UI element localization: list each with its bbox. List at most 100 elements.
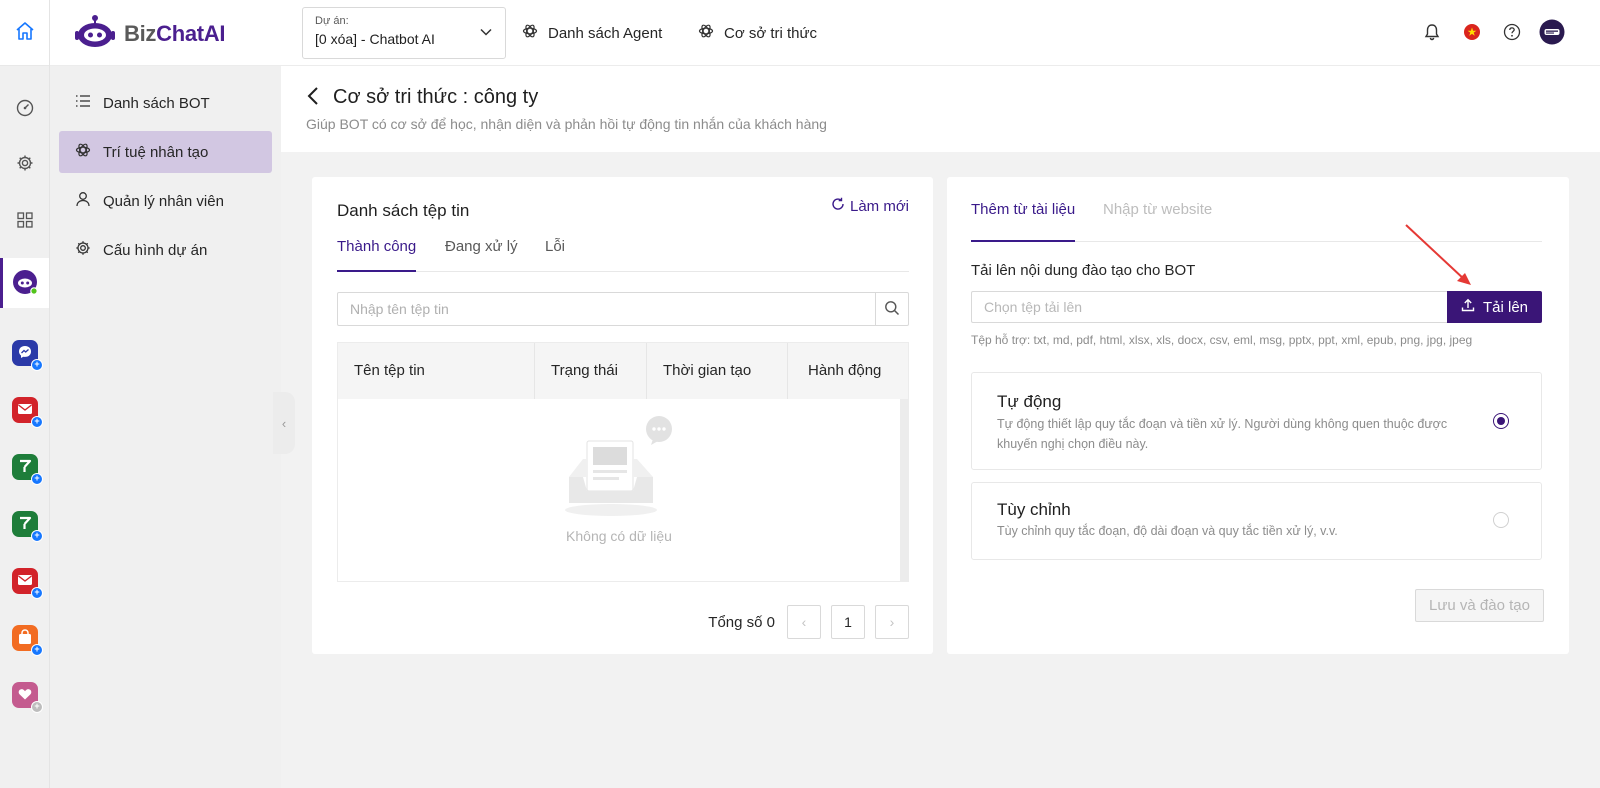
radio-auto[interactable]: [1493, 413, 1509, 429]
bot-button[interactable]: [12, 269, 38, 296]
page-title: Cơ sở tri thức : công ty: [333, 86, 539, 108]
upload-card: Thêm từ tài liệu Nhập từ website Tải lên…: [947, 177, 1569, 654]
back-button[interactable]: [305, 86, 321, 109]
search-button[interactable]: [875, 293, 908, 325]
page-header: Cơ sở tri thức : công ty Giúp BOT có cơ …: [281, 66, 1600, 152]
project-select[interactable]: Dự án: [0 xóa] - Chatbot AI: [302, 7, 506, 59]
nav-agent-list[interactable]: Danh sách Agent: [522, 23, 662, 43]
empty-inbox-icon: [561, 415, 677, 522]
column-header-created: Thời gian tạo: [647, 343, 788, 399]
chevron-left-icon: ‹: [281, 415, 287, 431]
tab-from-website[interactable]: Nhập từ website: [1103, 201, 1212, 242]
prev-page-button[interactable]: ‹: [787, 605, 821, 639]
project-select-value: [0 xóa] - Chatbot AI: [315, 31, 435, 47]
dashboard-button[interactable]: [12, 96, 38, 122]
tab-from-document[interactable]: Thêm từ tài liệu: [971, 201, 1076, 242]
gmail-icon: [17, 402, 33, 419]
help-icon: [1503, 23, 1521, 44]
shop-channel[interactable]: +: [12, 625, 43, 656]
file-picker-input[interactable]: [971, 291, 1447, 323]
option-custom-desc: Tùy chỉnh quy tắc đoạn, độ dài đoạn và q…: [997, 524, 1338, 538]
apps-button[interactable]: [12, 208, 38, 234]
refresh-icon: [831, 197, 845, 215]
help-button[interactable]: [1499, 20, 1525, 46]
chevron-left-icon: ‹: [801, 614, 807, 630]
option-auto[interactable]: Tự động Tự động thiết lập quy tắc đoạn v…: [971, 372, 1542, 470]
settings-button[interactable]: [12, 151, 38, 177]
pagination-total: Tổng số 0: [708, 613, 775, 631]
sidebar-item-staff[interactable]: Quản lý nhân viên: [59, 180, 272, 222]
pagination: Tổng số 0 ‹ 1 ›: [708, 605, 909, 639]
zalo-icon: [17, 515, 33, 534]
nav-knowledge-base-label: Cơ sở tri thức: [724, 24, 818, 42]
search-icon: [884, 300, 900, 319]
column-header-action: Hành động: [808, 362, 882, 379]
save-and-train-button[interactable]: Lưu và đào tạo: [1415, 589, 1544, 622]
add-icon[interactable]: +: [31, 644, 43, 656]
project-select-label: Dự án:: [315, 15, 349, 27]
upload-button-label: Tải lên: [1482, 298, 1529, 316]
chevron-left-icon: [307, 87, 318, 105]
dashboard-icon: [16, 99, 34, 120]
file-list-title: Danh sách tệp tin: [337, 201, 470, 220]
upload-source-tabs: Thêm từ tài liệu Nhập từ website: [971, 201, 1542, 242]
notification-button[interactable]: [1419, 20, 1445, 46]
vietnam-flag-icon: [1463, 23, 1481, 44]
openai-icon: [698, 23, 714, 43]
list-icon: [75, 94, 91, 112]
logo-biz: Biz: [124, 20, 157, 46]
radio-custom[interactable]: [1493, 512, 1509, 528]
zalo-channel-2[interactable]: +: [12, 511, 43, 542]
avatar-icon: [1539, 19, 1565, 48]
sidebar-item-bot-list[interactable]: Danh sách BOT: [59, 82, 272, 124]
page-number[interactable]: 1: [831, 605, 865, 639]
file-table: Tên tệp tin Trạng thái Thời gian tạo Hàn…: [337, 342, 909, 582]
openai-icon: [75, 142, 91, 162]
add-icon[interactable]: +: [31, 587, 43, 599]
upload-field: Tải lên: [971, 291, 1542, 323]
tab-processing[interactable]: Đang xử lý: [445, 238, 518, 272]
language-button[interactable]: [1459, 20, 1485, 46]
refresh-button[interactable]: Làm mới: [831, 197, 909, 215]
sidebar-collapse-button[interactable]: ‹: [273, 392, 295, 454]
gmail-icon: [17, 573, 33, 590]
add-icon[interactable]: +: [31, 473, 43, 485]
icon-rail: + + + + + + +: [0, 0, 50, 788]
next-page-button[interactable]: ›: [875, 605, 909, 639]
user-icon: [75, 191, 91, 211]
user-avatar[interactable]: [1539, 19, 1565, 48]
app-logo[interactable]: BizChatAI: [74, 14, 226, 53]
add-icon[interactable]: +: [31, 359, 43, 371]
option-custom[interactable]: Tùy chỉnh Tùy chỉnh quy tắc đoạn, độ dài…: [971, 482, 1542, 560]
option-auto-desc: Tự động thiết lập quy tắc đoạn và tiền x…: [997, 417, 1448, 451]
add-icon[interactable]: +: [31, 416, 43, 428]
chat-channel[interactable]: +: [12, 682, 43, 713]
bell-icon: [1424, 23, 1440, 44]
home-button[interactable]: [0, 0, 49, 66]
home-icon: [15, 21, 35, 44]
top-header: BizChatAI Dự án: [0 xóa] - Chatbot AI Da…: [50, 0, 1600, 66]
tab-error[interactable]: Lỗi: [545, 238, 565, 272]
option-custom-title: Tùy chỉnh: [997, 500, 1071, 519]
gmail-channel-2[interactable]: +: [12, 568, 43, 599]
messenger-icon: [17, 344, 33, 363]
upload-button[interactable]: Tải lên: [1447, 291, 1542, 323]
sidebar-item-label: Cấu hình dự án: [103, 241, 208, 259]
file-search-input[interactable]: [338, 293, 874, 325]
sidebar-item-project-config[interactable]: Cấu hình dự án: [59, 229, 272, 271]
messenger-channel[interactable]: +: [12, 340, 43, 371]
rail-active-indicator: [0, 258, 3, 308]
gmail-channel[interactable]: +: [12, 397, 43, 428]
upload-icon: [1461, 298, 1475, 316]
table-scrollbar[interactable]: [900, 399, 908, 581]
nav-knowledge-base[interactable]: Cơ sở tri thức: [698, 23, 817, 43]
zalo-channel[interactable]: +: [12, 454, 43, 485]
sidebar-item-ai[interactable]: Trí tuệ nhân tạo: [59, 131, 272, 173]
chat-heart-icon: [17, 686, 33, 705]
chevron-down-icon: [479, 25, 493, 42]
tab-success[interactable]: Thành công: [337, 238, 417, 272]
file-list-card: Danh sách tệp tin Làm mới Thành công Đan…: [312, 177, 933, 654]
add-icon[interactable]: +: [31, 701, 43, 713]
upload-label: Tải lên nội dung đào tạo cho BOT: [971, 262, 1196, 279]
add-icon[interactable]: +: [31, 530, 43, 542]
